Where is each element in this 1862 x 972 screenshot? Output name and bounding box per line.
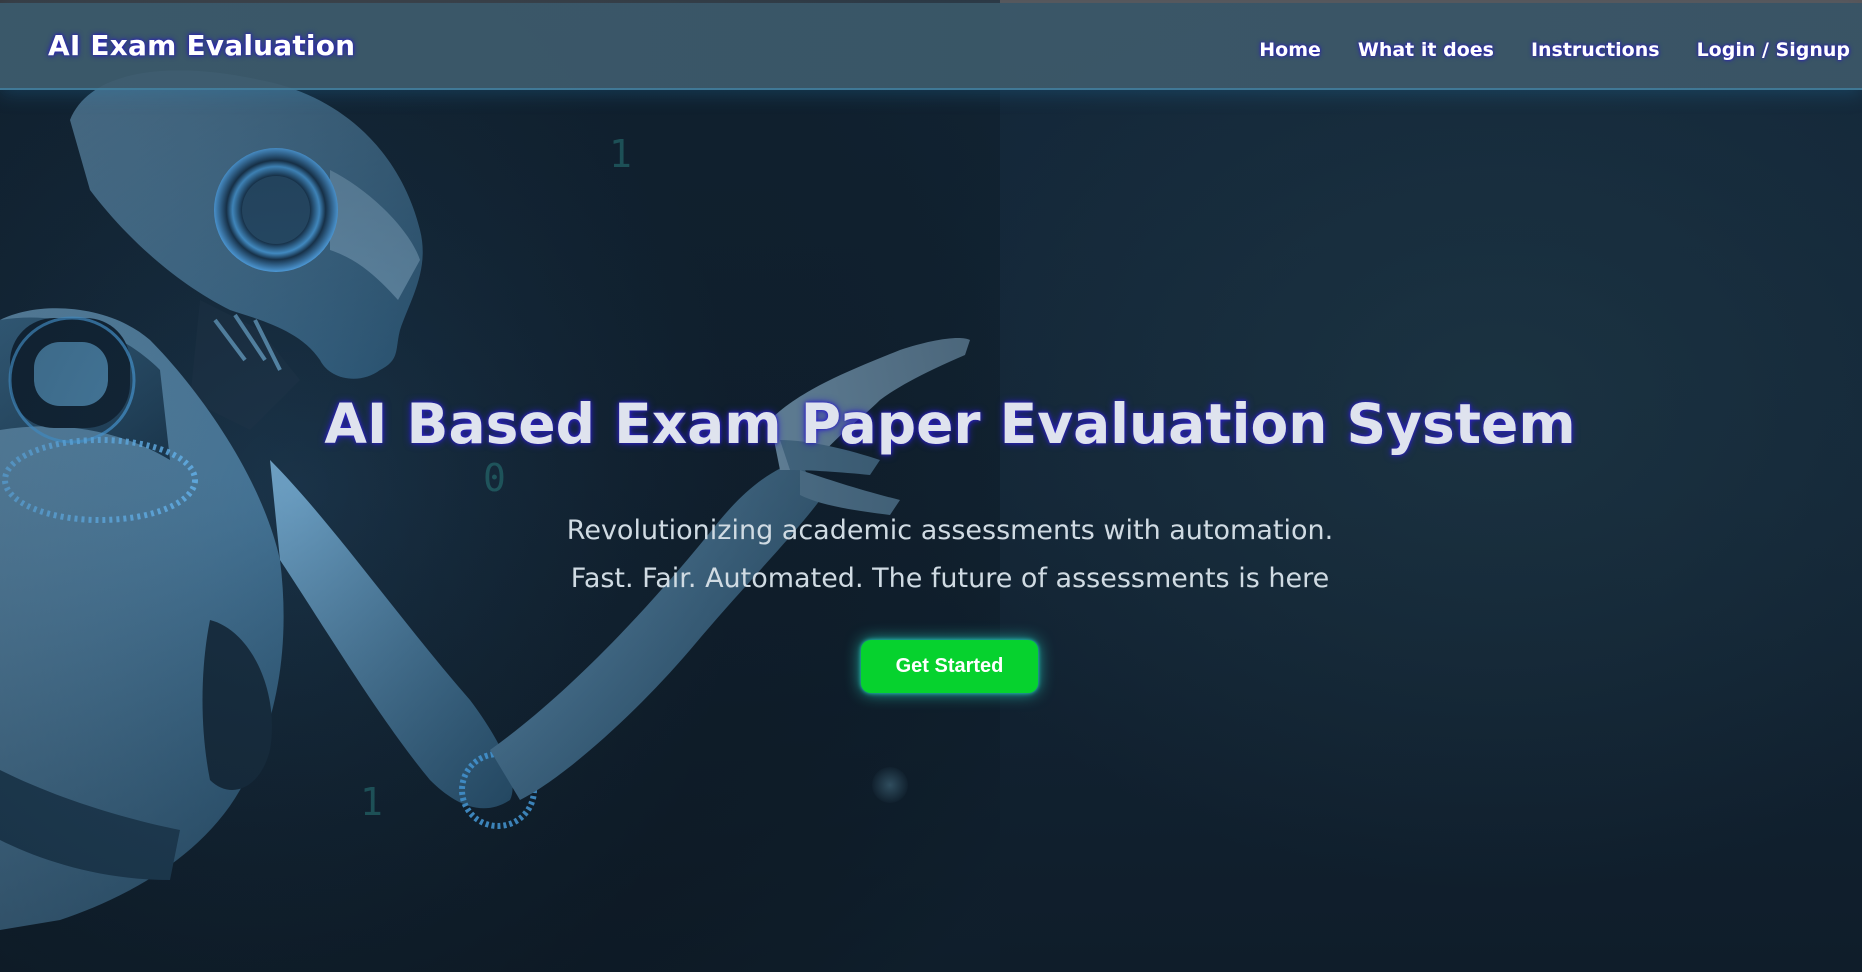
navbar: AI Exam Evaluation Home What it does Ins… [0,3,1862,90]
hero-subtitle-line-1: Revolutionizing academic assessments wit… [566,515,1334,546]
page-background: 1 0 1 AI Exam Evaluation Home What it do… [0,0,1862,972]
hero-section: AI Based Exam Paper Evaluation System Re… [0,0,1862,972]
hero-title: AI Based Exam Paper Evaluation System [324,392,1576,456]
nav-links: Home What it does Instructions Login / S… [1222,39,1850,61]
brand-title[interactable]: AI Exam Evaluation [48,29,355,62]
nav-instructions-link[interactable]: Instructions [1531,39,1660,61]
hero-subtitle-line-2: Fast. Fair. Automated. The future of ass… [570,563,1330,594]
nav-home-link[interactable]: Home [1259,39,1321,61]
nav-what-it-does-link[interactable]: What it does [1358,39,1494,61]
nav-login-signup-link[interactable]: Login / Signup [1697,39,1850,61]
get-started-button[interactable]: Get Started [861,640,1038,693]
